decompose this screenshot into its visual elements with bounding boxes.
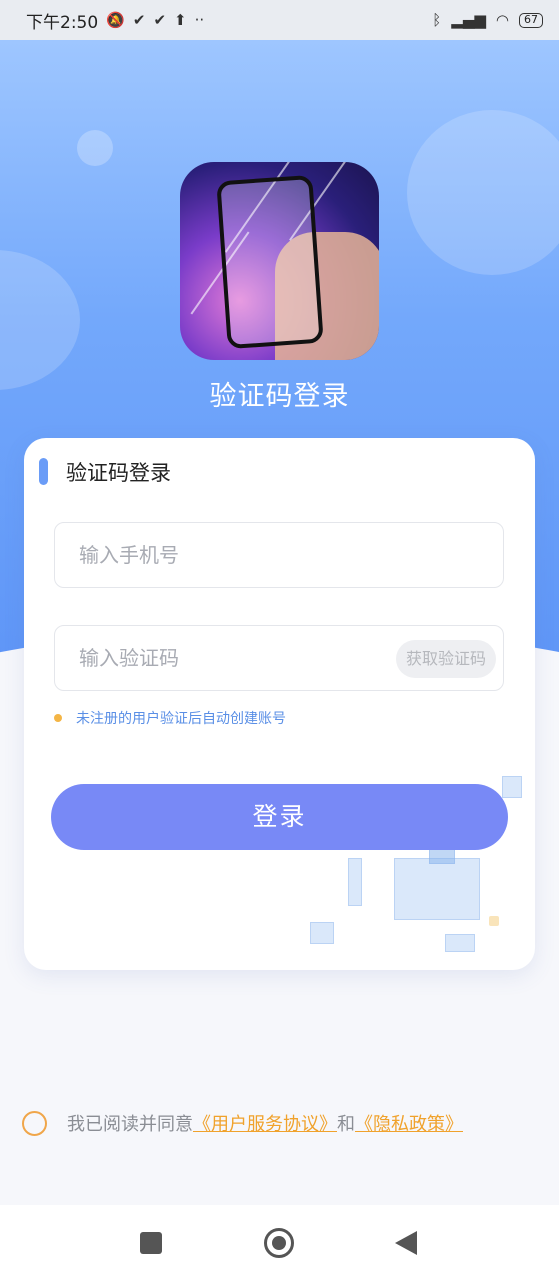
app-logo — [180, 162, 379, 360]
decor-cube — [445, 934, 475, 952]
agreement-row: 我已阅读并同意 《用户服务协议》 和 《隐私政策》 — [22, 1110, 463, 1136]
back-icon[interactable] — [395, 1231, 417, 1255]
decor-cube — [489, 916, 499, 926]
system-nav-bar — [0, 1205, 559, 1280]
battery-icon: 67 — [519, 12, 543, 28]
signal-icon: ▂▄▆ — [451, 11, 486, 29]
code-input[interactable] — [79, 626, 379, 689]
check-icon: ✔ — [153, 11, 167, 29]
login-button[interactable]: 登录 — [51, 784, 508, 850]
get-code-button[interactable]: 获取验证码 — [396, 640, 496, 678]
hint-dot-icon — [54, 714, 62, 722]
status-bar: 下午2:50 🔕 ✔ ✔ ⬆ ·· ᛒ ▂▄▆ ◠ 67 — [0, 0, 559, 40]
more-icon: ·· — [194, 11, 205, 29]
decor-cube — [310, 922, 334, 944]
card-title-accent — [39, 458, 48, 485]
decor-bubble — [407, 110, 559, 275]
user-agreement-link[interactable]: 《用户服务协议》 — [193, 1110, 337, 1136]
agree-radio[interactable] — [22, 1110, 47, 1136]
decor-bubble — [0, 250, 80, 390]
bluetooth-icon: ᛒ — [432, 11, 442, 29]
recent-apps-icon[interactable] — [140, 1232, 162, 1254]
status-right: ᛒ ▂▄▆ ◠ 67 — [432, 11, 543, 29]
silent-icon: 🔕 — [106, 11, 125, 29]
upload-icon: ⬆ — [174, 11, 187, 29]
decor-bubble — [77, 130, 113, 166]
wifi-icon: ◠ — [495, 11, 509, 29]
decor-cube — [348, 858, 362, 906]
page-title: 验证码登录 — [209, 381, 350, 412]
decor-cube — [502, 776, 522, 798]
hint-text: 未注册的用户验证后自动创建账号 — [76, 711, 286, 727]
status-time: 下午2:50 — [26, 12, 99, 33]
check-icon: ✔ — [132, 11, 146, 29]
agree-prefix: 我已阅读并同意 — [67, 1114, 193, 1135]
decor-cube — [394, 858, 480, 920]
privacy-policy-link[interactable]: 《隐私政策》 — [355, 1110, 463, 1136]
logo-phone — [216, 174, 324, 350]
agree-conjunction: 和 — [337, 1114, 355, 1135]
home-icon[interactable] — [264, 1228, 294, 1258]
status-left: 下午2:50 🔕 ✔ ✔ ⬆ ·· — [26, 8, 204, 33]
register-hint: 未注册的用户验证后自动创建账号 — [54, 708, 286, 728]
card-title: 验证码登录 — [66, 461, 171, 485]
code-field: 获取验证码 — [54, 625, 504, 691]
login-card: 验证码登录 获取验证码 未注册的用户验证后自动创建账号 登录 — [24, 438, 535, 970]
phone-field — [54, 522, 504, 588]
phone-input[interactable] — [79, 523, 379, 586]
